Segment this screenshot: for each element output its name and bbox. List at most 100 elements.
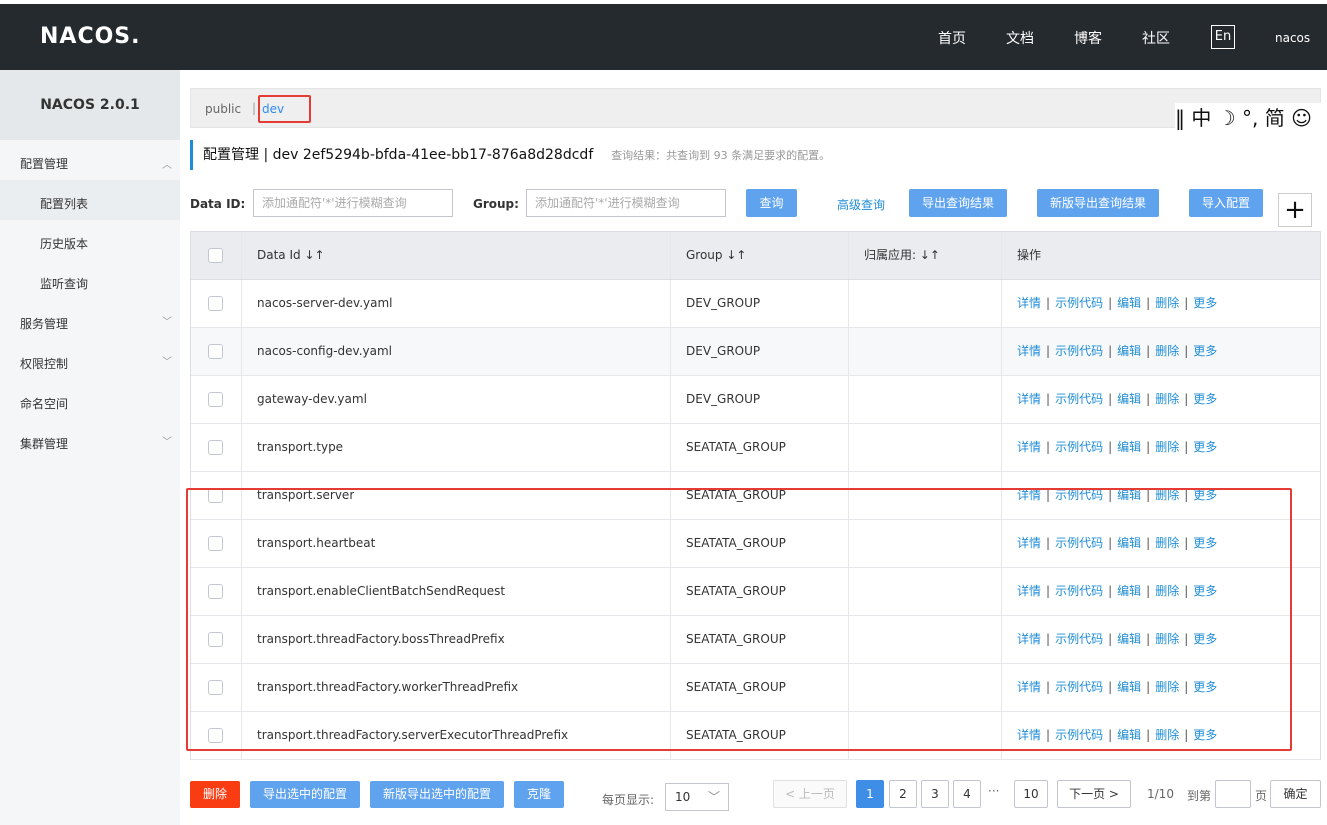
page-3-button[interactable]: 3 xyxy=(921,780,949,808)
op-link[interactable]: 更多 xyxy=(1193,392,1217,406)
row-checkbox[interactable] xyxy=(208,584,223,599)
op-link[interactable]: 更多 xyxy=(1193,536,1217,550)
op-link[interactable]: 详情 xyxy=(1017,632,1041,646)
op-link[interactable]: 详情 xyxy=(1017,392,1041,406)
op-link[interactable]: 编辑 xyxy=(1117,392,1141,406)
op-link[interactable]: 详情 xyxy=(1017,728,1041,742)
op-link[interactable]: 更多 xyxy=(1193,440,1217,454)
op-link[interactable]: 编辑 xyxy=(1117,296,1141,310)
chevron-down-icon[interactable]: ﹀ xyxy=(162,313,172,328)
op-link[interactable]: 示例代码 xyxy=(1055,296,1103,310)
op-link[interactable]: 编辑 xyxy=(1117,344,1141,358)
row-checkbox[interactable] xyxy=(208,344,223,359)
per-page-select[interactable]: 10 ﹀ xyxy=(665,783,729,811)
op-link[interactable]: 详情 xyxy=(1017,536,1041,550)
op-link[interactable]: 示例代码 xyxy=(1055,440,1103,454)
chevron-up-icon[interactable]: ︿ xyxy=(162,156,172,171)
prev-page-button[interactable]: < 上一页 xyxy=(773,780,847,808)
sidebar-item-service-mgmt[interactable]: 服务管理 xyxy=(20,315,68,332)
chevron-down-icon[interactable]: ﹀ xyxy=(162,433,172,448)
row-checkbox[interactable] xyxy=(208,728,223,743)
op-link[interactable]: 删除 xyxy=(1155,296,1179,310)
op-link[interactable]: 编辑 xyxy=(1117,728,1141,742)
row-checkbox[interactable] xyxy=(208,296,223,311)
export-results-button[interactable]: 导出查询结果 xyxy=(909,189,1007,217)
page-2-button[interactable]: 2 xyxy=(889,780,917,808)
op-link[interactable]: 编辑 xyxy=(1117,680,1141,694)
op-link[interactable]: 删除 xyxy=(1155,680,1179,694)
op-link[interactable]: 删除 xyxy=(1155,488,1179,502)
op-link[interactable]: 删除 xyxy=(1155,344,1179,358)
sidebar-item-cluster-mgmt[interactable]: 集群管理 xyxy=(20,435,68,452)
query-button[interactable]: 查询 xyxy=(746,189,797,217)
namespace-public[interactable]: public xyxy=(205,102,241,116)
header-dataid[interactable]: Data Id ↓↑ xyxy=(257,232,325,279)
row-checkbox[interactable] xyxy=(208,680,223,695)
nav-docs[interactable]: 文档 xyxy=(1006,28,1034,48)
op-link[interactable]: 更多 xyxy=(1193,488,1217,502)
add-config-button[interactable]: + xyxy=(1278,193,1312,227)
op-link[interactable]: 示例代码 xyxy=(1055,488,1103,502)
op-link[interactable]: 示例代码 xyxy=(1055,728,1103,742)
language-toggle[interactable]: En xyxy=(1211,25,1235,49)
nav-home[interactable]: 首页 xyxy=(938,28,966,48)
nav-community[interactable]: 社区 xyxy=(1142,28,1170,48)
op-link[interactable]: 详情 xyxy=(1017,296,1041,310)
op-link[interactable]: 详情 xyxy=(1017,440,1041,454)
confirm-page-button[interactable]: 确定 xyxy=(1270,780,1321,808)
op-link[interactable]: 删除 xyxy=(1155,392,1179,406)
dataid-search-input[interactable]: 添加通配符'*'进行模糊查询 xyxy=(253,189,453,217)
ime-toolbar[interactable]: ‖ 中 ☽ °, 简 ☺ xyxy=(1175,103,1327,133)
op-link[interactable]: 示例代码 xyxy=(1055,536,1103,550)
group-search-input[interactable]: 添加通配符'*'进行模糊查询 xyxy=(526,189,726,217)
op-link[interactable]: 示例代码 xyxy=(1055,584,1103,598)
op-link[interactable]: 更多 xyxy=(1193,296,1217,310)
row-checkbox[interactable] xyxy=(208,536,223,551)
op-link[interactable]: 编辑 xyxy=(1117,632,1141,646)
op-link[interactable]: 删除 xyxy=(1155,728,1179,742)
op-link[interactable]: 示例代码 xyxy=(1055,392,1103,406)
advanced-query-link[interactable]: 高级查询 xyxy=(837,196,885,213)
page-10-button[interactable]: 10 xyxy=(1014,780,1048,808)
op-link[interactable]: 删除 xyxy=(1155,440,1179,454)
user-name[interactable]: nacos xyxy=(1275,31,1310,45)
header-app[interactable]: 归属应用: ↓↑ xyxy=(864,232,940,279)
export-results-new-button[interactable]: 新版导出查询结果 xyxy=(1037,189,1159,217)
header-group[interactable]: Group ↓↑ xyxy=(686,232,746,279)
op-link[interactable]: 详情 xyxy=(1017,488,1041,502)
op-link[interactable]: 编辑 xyxy=(1117,488,1141,502)
clone-button[interactable]: 克隆 xyxy=(514,781,564,808)
nav-blog[interactable]: 博客 xyxy=(1074,28,1102,48)
sidebar-item-listen-query[interactable]: 监听查询 xyxy=(40,275,88,292)
page-1-button[interactable]: 1 xyxy=(856,780,884,808)
row-checkbox[interactable] xyxy=(208,440,223,455)
op-link[interactable]: 示例代码 xyxy=(1055,680,1103,694)
op-link[interactable]: 更多 xyxy=(1193,680,1217,694)
op-link[interactable]: 更多 xyxy=(1193,728,1217,742)
op-link[interactable]: 示例代码 xyxy=(1055,344,1103,358)
sidebar-item-access-control[interactable]: 权限控制 xyxy=(20,355,68,372)
nacos-logo[interactable]: NACOS. xyxy=(40,24,141,49)
row-checkbox[interactable] xyxy=(208,392,223,407)
chevron-down-icon[interactable]: ﹀ xyxy=(162,353,172,368)
op-link[interactable]: 更多 xyxy=(1193,632,1217,646)
row-checkbox[interactable] xyxy=(208,488,223,503)
sidebar-item-config-mgmt[interactable]: 配置管理 xyxy=(20,155,68,172)
sidebar-item-history[interactable]: 历史版本 xyxy=(40,235,88,252)
op-link[interactable]: 更多 xyxy=(1193,344,1217,358)
op-link[interactable]: 删除 xyxy=(1155,632,1179,646)
export-selected-button[interactable]: 导出选中的配置 xyxy=(250,781,360,808)
op-link[interactable]: 示例代码 xyxy=(1055,632,1103,646)
op-link[interactable]: 详情 xyxy=(1017,344,1041,358)
goto-page-input[interactable] xyxy=(1215,780,1251,808)
op-link[interactable]: 详情 xyxy=(1017,584,1041,598)
op-link[interactable]: 编辑 xyxy=(1117,536,1141,550)
op-link[interactable]: 删除 xyxy=(1155,584,1179,598)
page-4-button[interactable]: 4 xyxy=(953,780,981,808)
op-link[interactable]: 编辑 xyxy=(1117,440,1141,454)
op-link[interactable]: 删除 xyxy=(1155,536,1179,550)
op-link[interactable]: 更多 xyxy=(1193,584,1217,598)
op-link[interactable]: 编辑 xyxy=(1117,584,1141,598)
export-selected-new-button[interactable]: 新版导出选中的配置 xyxy=(370,781,504,808)
sidebar-item-namespace[interactable]: 命名空间 xyxy=(20,395,68,412)
